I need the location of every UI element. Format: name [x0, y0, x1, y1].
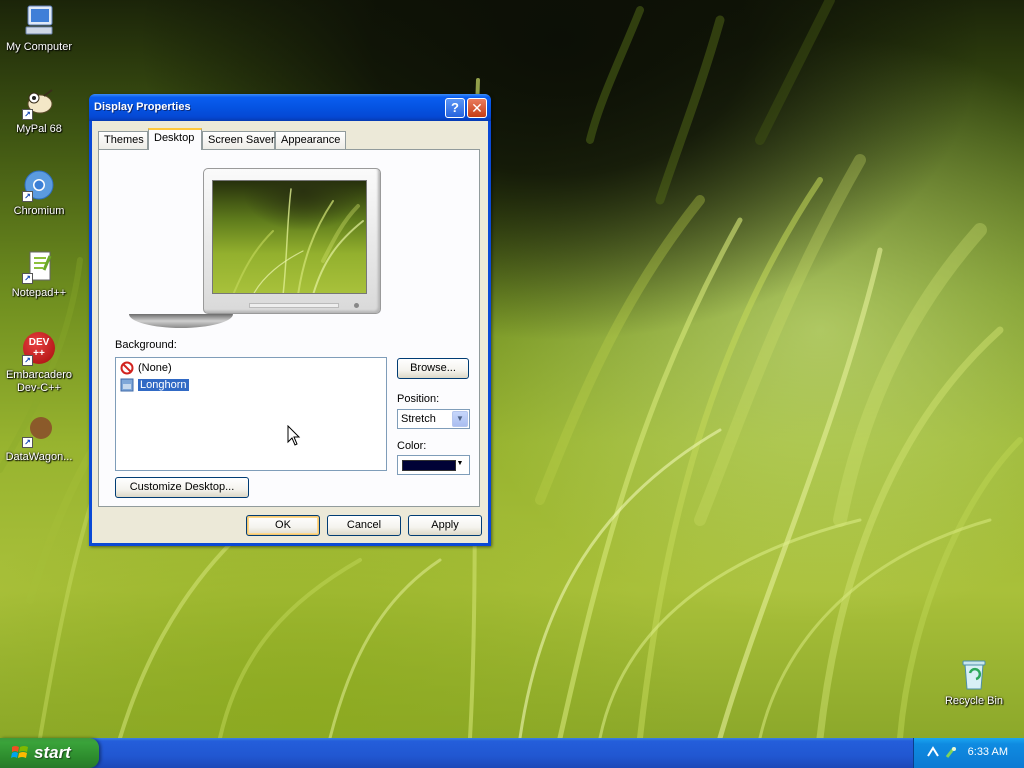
tray-network-icon[interactable] — [926, 745, 940, 759]
desktop-icon-datawagon[interactable]: ↗ DataWagon... — [1, 414, 77, 464]
close-button[interactable]: ✕ — [467, 98, 487, 118]
close-icon: ✕ — [471, 100, 483, 116]
ok-button[interactable]: OK — [246, 515, 320, 536]
color-picker-button[interactable]: ▼ — [397, 455, 470, 475]
image-file-icon — [120, 378, 134, 392]
customize-desktop-button[interactable]: Customize Desktop... — [115, 477, 249, 498]
desktop-icon-label: Recycle Bin — [944, 695, 1004, 707]
start-button[interactable]: start — [0, 738, 99, 768]
help-icon: ? — [451, 100, 459, 115]
color-swatch — [402, 460, 456, 471]
browse-button[interactable]: Browse... — [397, 358, 469, 379]
desktop-tab-panel: Background: (None) Longhorn Browse... Po… — [98, 149, 480, 507]
monitor-slot — [249, 303, 339, 308]
desktop-icon-label: Chromium — [13, 205, 65, 217]
wallpaper-preview — [212, 180, 367, 294]
tab-label: Themes — [104, 134, 144, 146]
mouse-cursor-icon — [287, 424, 301, 447]
shortcut-arrow-icon: ↗ — [22, 191, 33, 202]
browse-button-label: Browse... — [410, 362, 456, 374]
apply-button[interactable]: Apply — [408, 515, 482, 536]
tray-clock[interactable]: 6:33 AM — [968, 746, 1008, 758]
shortcut-arrow-icon: ↗ — [22, 273, 33, 284]
background-item-label: (None) — [138, 362, 172, 374]
desktop-icon-notepadpp[interactable]: ↗ Notepad++ — [1, 250, 77, 300]
position-select-value: Stretch — [401, 413, 436, 425]
tab-screen-saver[interactable]: Screen Saver — [202, 131, 275, 150]
devcpp-logo-text: DEV — [28, 337, 50, 348]
tab-label: Appearance — [281, 134, 341, 146]
desktop-icon-label: MyPal 68 — [16, 123, 62, 135]
devcpp-icon: DEV ++ ↗ — [22, 332, 56, 366]
start-label: start — [34, 743, 71, 762]
chevron-down-icon[interactable]: ▼ — [452, 457, 468, 473]
cancel-button[interactable]: Cancel — [327, 515, 401, 536]
system-tray: 6:33 AM — [913, 738, 1024, 768]
title-bar[interactable]: Display Properties ? ✕ — [89, 94, 491, 121]
notepadpp-icon: ↗ — [22, 250, 56, 284]
background-item-none[interactable]: (None) — [120, 360, 172, 376]
desktop-icon-my-computer[interactable]: My Computer — [1, 4, 77, 54]
position-select[interactable]: Stretch ▼ — [397, 409, 470, 429]
display-properties-window: Display Properties ? ✕ Themes Desktop Sc… — [89, 94, 491, 546]
customize-desktop-label: Customize Desktop... — [129, 481, 235, 493]
dialog-client-area: Themes Desktop Screen Saver Appearance B… — [92, 121, 488, 543]
monitor-preview — [203, 168, 381, 314]
shortcut-arrow-icon: ↗ — [22, 437, 33, 448]
monitor-stand — [129, 314, 233, 328]
desktop-icon-recycle-bin[interactable]: Recycle Bin — [936, 658, 1012, 708]
background-item-longhorn[interactable]: Longhorn — [120, 377, 190, 393]
tab-desktop[interactable]: Desktop — [148, 128, 202, 150]
shortcut-arrow-icon: ↗ — [22, 355, 33, 366]
tab-themes[interactable]: Themes — [98, 131, 148, 150]
desktop-icon-chromium[interactable]: ↗ Chromium — [1, 168, 77, 218]
desktop-icon-label: Embarcadero Dev-C++ — [5, 369, 73, 394]
desktop-icon-mypal[interactable]: ↗ MyPal 68 — [1, 86, 77, 136]
apply-button-label: Apply — [431, 519, 459, 531]
background-label: Background: — [115, 339, 177, 351]
window-title: Display Properties — [94, 101, 191, 113]
tab-label: Desktop — [154, 132, 195, 144]
datawagon-icon: ↗ — [22, 414, 56, 448]
desktop-icon-label: Notepad++ — [11, 287, 67, 299]
my-computer-icon — [22, 4, 56, 38]
ok-button-label: OK — [275, 519, 291, 531]
none-icon — [120, 361, 134, 375]
mypal-icon: ↗ — [22, 86, 56, 120]
tray-safely-remove-icon[interactable] — [944, 745, 958, 759]
cancel-button-label: Cancel — [346, 519, 382, 531]
position-label: Position: — [397, 393, 440, 405]
chromium-icon: ↗ — [22, 168, 56, 202]
tab-label: Screen Saver — [208, 134, 275, 146]
desktop-icon-label: My Computer — [5, 41, 73, 53]
shortcut-arrow-icon: ↗ — [22, 109, 33, 120]
desktop-icon-devcpp[interactable]: DEV ++ ↗ Embarcadero Dev-C++ — [1, 332, 77, 395]
help-button[interactable]: ? — [445, 98, 465, 118]
monitor-power-knob — [354, 303, 359, 308]
chevron-down-icon[interactable]: ▼ — [452, 411, 468, 427]
taskbar: start 6:33 AM — [0, 738, 1024, 768]
color-label: Color: — [397, 440, 427, 452]
desktop-icon-label: DataWagon... — [5, 451, 73, 463]
tab-appearance[interactable]: Appearance — [275, 131, 346, 150]
background-listbox[interactable]: (None) Longhorn — [115, 357, 387, 471]
background-item-label: Longhorn — [137, 378, 190, 392]
windows-logo-icon — [11, 746, 28, 758]
recycle-bin-icon — [957, 658, 991, 692]
